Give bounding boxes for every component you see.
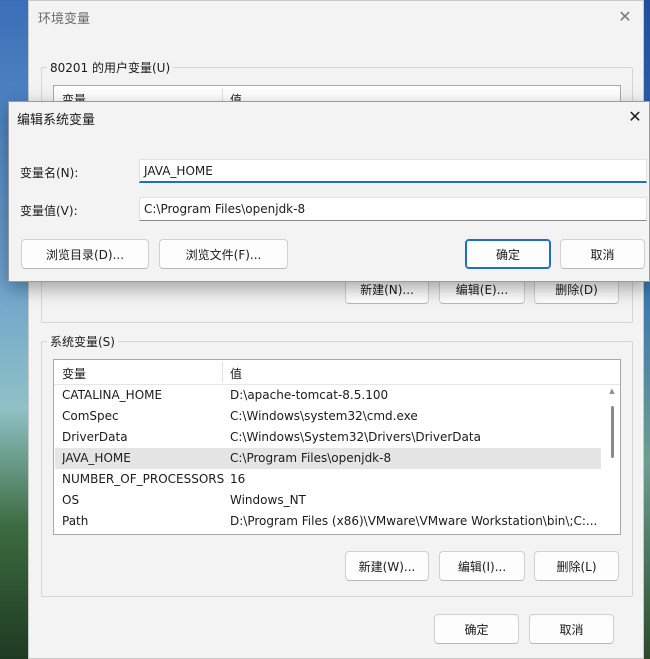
variable-name: DriverData [62,430,128,444]
environment-variables-window: 环境变量 ✕ 80201 的用户变量(U) 变量 值 新建(N)... 编辑(E… [28,0,644,659]
table-row[interactable]: ComSpec C:\Windows\system32\cmd.exe [55,406,601,427]
dialog-ok-button[interactable]: 确定 [465,239,551,269]
browse-directory-button[interactable]: 浏览目录(D)... [21,239,149,269]
variable-name-label: 变量名(N): [20,166,79,180]
variable-value-input[interactable]: C:\Program Files\openjdk-8 [139,197,647,221]
table-row-selected[interactable]: JAVA_HOME C:\Program Files\openjdk-8 [55,448,601,469]
vertical-scrollbar[interactable]: ▲ [606,386,618,530]
column-header-value[interactable]: 值 [230,365,242,382]
variable-name-input[interactable]: JAVA_HOME [139,159,647,183]
system-variables-label: 系统变量(S) [47,333,118,350]
dialog-title: 编辑系统变量 [17,113,96,128]
system-variables-list[interactable]: 变量 值 CATALINA_HOME D:\apache-tomcat-8.5.… [53,359,621,535]
variable-name: NUMBER_OF_PROCESSORS [62,472,224,486]
variable-value-label: 变量值(V): [20,204,78,218]
variable-value: 16 [230,472,246,486]
dialog-cancel-button[interactable]: 取消 [560,239,645,269]
table-row[interactable]: CATALINA_HOME D:\apache-tomcat-8.5.100 [55,385,601,406]
edit-system-variable-dialog: 编辑系统变量 ✕ 变量名(N): JAVA_HOME 变量值(V): C:\Pr… [8,101,650,282]
table-row[interactable]: DriverData C:\Windows\System32\Drivers\D… [55,427,601,448]
variable-value: C:\Program Files\openjdk-8 [230,451,392,465]
variable-name: CATALINA_HOME [62,388,163,402]
system-list-header: 变量 值 [54,360,620,385]
system-new-button[interactable]: 新建(W)... [345,551,429,581]
scrollbar-thumb[interactable] [611,406,614,458]
system-edit-button[interactable]: 编辑(I)... [439,551,525,581]
ok-button[interactable]: 确定 [434,614,519,644]
variable-name: ComSpec [62,409,119,423]
column-header-variable[interactable]: 变量 [62,365,86,382]
window-title: 环境变量 [38,12,91,27]
variable-name: OS [62,493,80,507]
column-separator[interactable] [222,362,223,382]
browse-file-button[interactable]: 浏览文件(F)... [159,239,288,269]
system-delete-button[interactable]: 删除(L) [534,551,619,581]
variable-name: JAVA_HOME [62,451,131,465]
close-icon[interactable]: ✕ [625,107,645,127]
table-row[interactable]: Path D:\Program Files (x86)\VMware\VMwar… [55,511,601,532]
scroll-up-icon[interactable]: ▲ [607,386,617,396]
variable-value: C:\Windows\system32\cmd.exe [230,409,418,423]
user-variables-label: 80201 的用户变量(U) [47,59,174,76]
table-row[interactable]: OS Windows_NT [55,490,601,511]
variable-value: C:\Windows\System32\Drivers\DriverData [230,430,481,444]
table-row[interactable]: NUMBER_OF_PROCESSORS 16 [55,469,601,490]
cancel-button[interactable]: 取消 [529,614,614,644]
variable-value: D:\apache-tomcat-8.5.100 [230,388,389,402]
variable-name: Path [62,514,89,528]
variable-value: D:\Program Files (x86)\VMware\VMware Wor… [230,514,598,528]
close-icon[interactable]: ✕ [615,7,635,27]
variable-value: Windows_NT [230,493,306,507]
